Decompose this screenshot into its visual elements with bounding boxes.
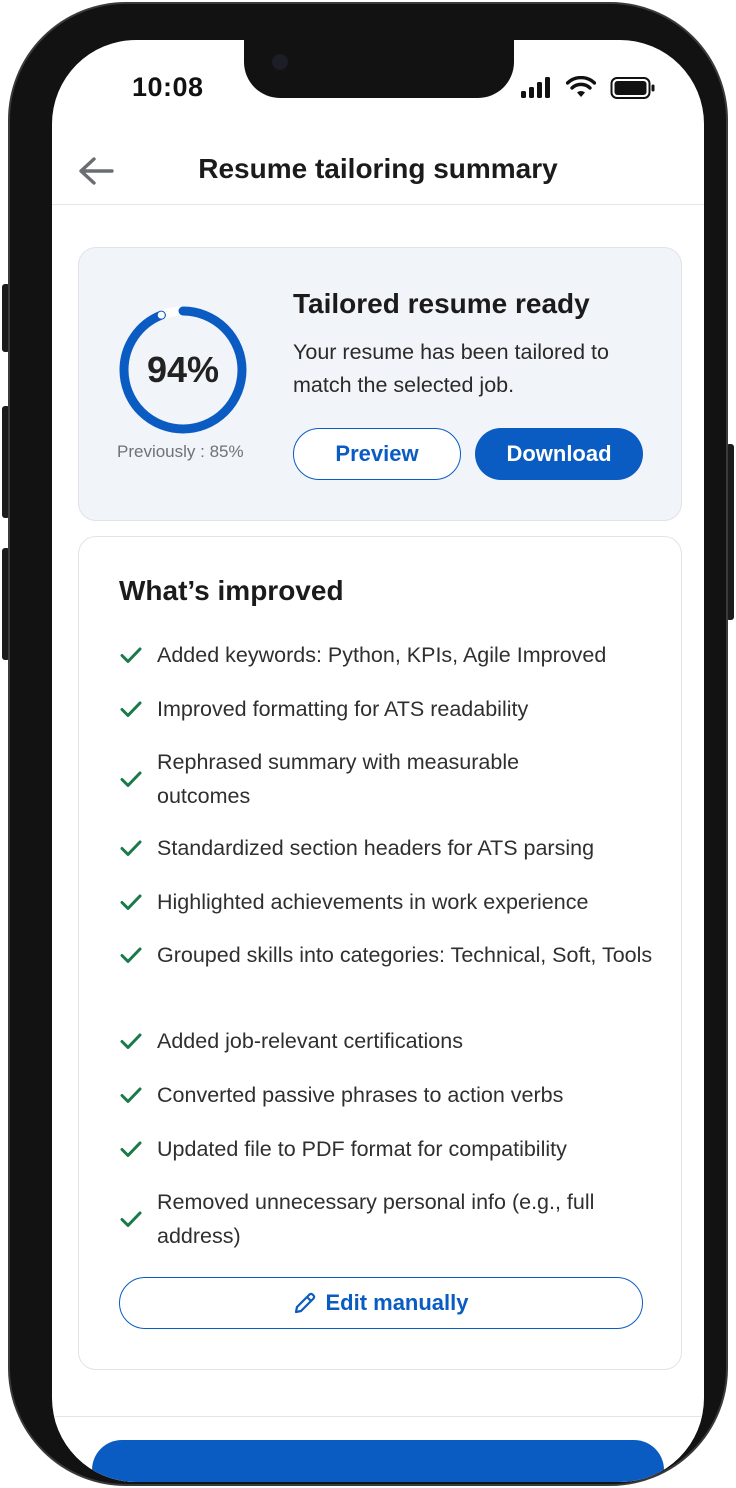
- phone-frame: 10:08 Resume tailoring summary 94% Previ…: [8, 2, 728, 1486]
- list-item: Improved formatting for ATS readability: [119, 692, 659, 726]
- list-item: Converted passive phrases to action verb…: [119, 1078, 659, 1112]
- checkmark-icon: [120, 947, 142, 963]
- list-item-text: Improved formatting for ATS readability: [157, 697, 529, 721]
- notch: [244, 40, 514, 98]
- list-item-text: Rephrased summary with measurable outcom…: [157, 750, 520, 808]
- list-item-text: Converted passive phrases to action verb…: [157, 1083, 564, 1107]
- status-time: 10:08: [132, 72, 204, 102]
- list-item-text: Removed unnecessary personal info (e.g.,…: [157, 1190, 595, 1248]
- pencil-icon: [295, 1292, 316, 1314]
- screen: 10:08 Resume tailoring summary 94% Previ…: [52, 40, 704, 1482]
- score-value: 94%: [146, 349, 220, 390]
- checkmark-icon: [120, 1211, 142, 1227]
- list-item: Highlighted achievements in work experie…: [119, 885, 659, 919]
- checkmark-icon: [120, 647, 142, 663]
- ready-title: Tailored resume ready: [293, 288, 590, 319]
- preview-button[interactable]: Preview: [293, 428, 461, 480]
- checkmark-icon: [120, 840, 142, 856]
- list-item-text: Highlighted achievements in work experie…: [157, 890, 589, 914]
- edit-manually-label: Edit manually: [325, 1290, 469, 1315]
- score-card: 94% Previously : 85% Tailored resume rea…: [78, 247, 682, 521]
- improvements-title: What’s improved: [119, 575, 344, 606]
- checkmark-icon: [120, 1087, 142, 1103]
- checkmark-icon: [120, 894, 142, 910]
- list-item: Grouped skills into categories: Technica…: [119, 938, 659, 972]
- list-item: Removed unnecessary personal info (e.g.,…: [119, 1185, 659, 1253]
- checkmark-icon: [120, 1033, 142, 1049]
- list-item-text: Added keywords: Python, KPIs, Agile Impr…: [157, 643, 607, 667]
- app-header: Resume tailoring summary: [52, 140, 704, 205]
- camera: [272, 54, 288, 70]
- signal-icon: [521, 77, 550, 98]
- bottom-primary-button[interactable]: [92, 1440, 664, 1482]
- list-item-text: Grouped skills into categories: Technica…: [157, 943, 653, 967]
- list-item: Added keywords: Python, KPIs, Agile Impr…: [119, 638, 659, 672]
- list-item: Rephrased summary with measurable outcom…: [119, 745, 659, 813]
- checkmark-icon: [120, 701, 142, 717]
- previous-score: Previously : 85%: [117, 442, 244, 461]
- checkmark-icon: [120, 1141, 142, 1157]
- improvements-card: What’s improved Added keywords: Python, …: [78, 536, 682, 1370]
- checkmark-icon: [120, 771, 142, 787]
- download-button[interactable]: Download: [475, 428, 643, 480]
- list-item: Updated file to PDF format for compatibi…: [119, 1132, 659, 1166]
- ready-description: Your resume has been tailored to match t…: [293, 340, 609, 397]
- list-item-text: Updated file to PDF format for compatibi…: [157, 1137, 567, 1161]
- list-item-text: Standardized section headers for ATS par…: [157, 836, 595, 860]
- page-title: Resume tailoring summary: [198, 153, 558, 184]
- edit-manually-button[interactable]: Edit manually: [119, 1277, 643, 1329]
- battery-icon: [610, 77, 655, 99]
- list-item-text: Added job-relevant certifications: [157, 1029, 463, 1053]
- list-item: Standardized section headers for ATS par…: [119, 831, 659, 865]
- list-item: Added job-relevant certifications: [119, 1024, 659, 1058]
- wifi-icon: [566, 76, 596, 97]
